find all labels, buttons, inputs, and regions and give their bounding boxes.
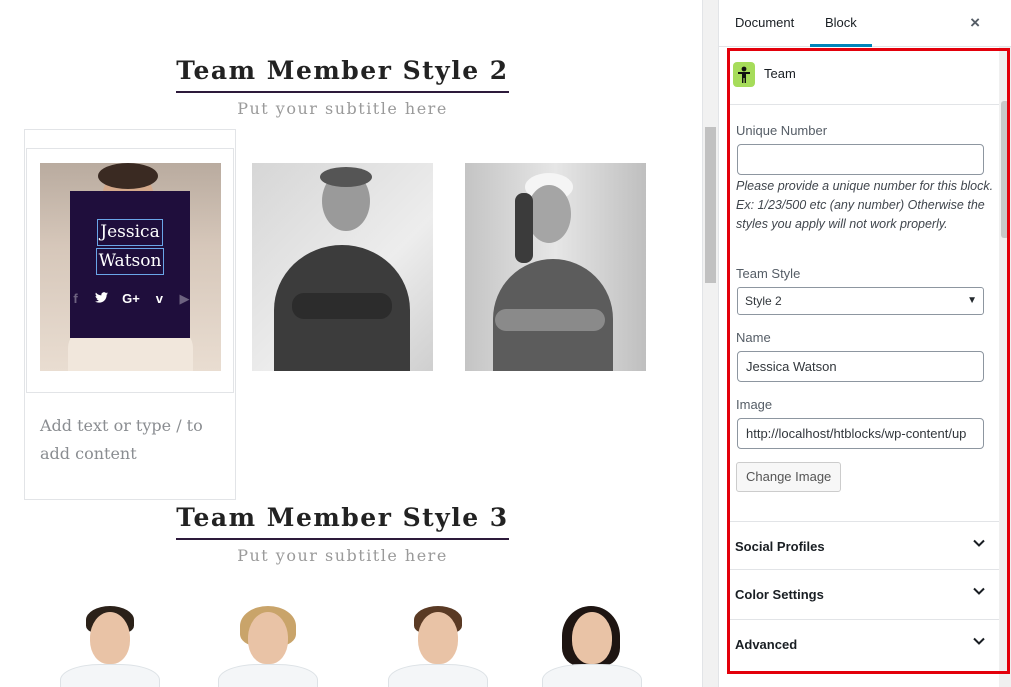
editor-scrollbar-thumb[interactable] [705,127,716,283]
unique-number-input[interactable] [737,144,984,175]
person-photo [248,612,288,664]
section-title: Social Profiles [735,539,825,554]
person-body [388,664,488,687]
style3-title[interactable]: Team Member Style 3 [176,503,509,540]
style2-subtitle[interactable]: Put your subtitle here [0,99,685,118]
social-icons: f G+ v ▶ [70,291,190,307]
member-name-line2[interactable]: Watson [95,248,165,275]
person-hair [98,163,158,189]
editor-canvas: Team Member Style 2 Put your subtitle he… [0,0,702,687]
team-member-image[interactable] [378,606,498,687]
change-image-button[interactable]: Change Image [736,462,842,492]
person-photo [90,612,130,664]
close-sidebar-button[interactable]: × [970,13,980,33]
style2-title[interactable]: Team Member Style 2 [176,56,509,93]
person-photo [527,185,571,243]
style2-heading: Team Member Style 2 Put your subtitle he… [0,56,685,118]
sidebar-scrollbar-thumb[interactable] [1001,101,1009,238]
person-hair [320,167,372,187]
team-member-image[interactable] [252,163,433,371]
sidebar-tabs: Document Block × [719,0,1011,47]
person-body [542,664,642,687]
image-label: Image [736,397,773,412]
unique-number-label: Unique Number [736,123,828,138]
person-hair [515,193,533,263]
name-input[interactable]: Jessica Watson [737,351,984,382]
tab-document[interactable]: Document [720,0,809,47]
team-member-image[interactable] [465,163,646,371]
style3-heading: Team Member Style 3 Put your subtitle he… [0,503,685,565]
person-photo [418,612,458,664]
block-appender-placeholder[interactable]: Add text or type / to add content [40,412,220,468]
block-settings-panel: Team Unique Number Please provide a uniq… [727,47,999,687]
youtube-icon[interactable]: ▶ [179,291,190,307]
image-url-input[interactable]: http://localhost/htblocks/wp-content/up [737,418,984,449]
vimeo-icon[interactable]: v [154,291,165,307]
team-style-select[interactable]: Style 2 ▼ [737,287,984,315]
facebook-icon[interactable]: f [70,291,81,307]
team-member-image[interactable] [532,606,652,687]
style3-subtitle[interactable]: Put your subtitle here [0,546,685,565]
unique-number-help: Please provide a unique number for this … [736,179,994,231]
member-name-line1[interactable]: Jessica [97,219,163,246]
chevron-down-icon [973,539,985,547]
team-member-image[interactable] [50,606,170,687]
team-block-icon [733,62,755,87]
name-label: Name [736,330,771,345]
crossed-arms [495,309,605,331]
person-photo [572,612,612,664]
settings-sidebar: Document Block × Team Unique Number Plea… [718,0,1011,687]
tab-block[interactable]: Block [810,0,872,47]
sidebar-scrollbar[interactable] [999,47,1011,687]
section-title: Color Settings [735,587,824,602]
color-settings-section[interactable]: Color Settings [727,569,999,618]
block-name: Team [764,66,796,81]
crossed-arms [292,293,392,319]
section-title: Advanced [735,637,798,652]
person-body [218,664,318,687]
chevron-down-icon [973,587,985,595]
team-style-label: Team Style [736,266,801,281]
team-style-value: Style 2 [745,294,782,308]
person-body [60,664,160,687]
team-member-image[interactable] [208,606,328,687]
social-profiles-section[interactable]: Social Profiles [727,521,999,570]
editor-scrollbar[interactable] [702,0,718,687]
advanced-section[interactable]: Advanced [727,619,999,668]
google-plus-icon[interactable]: G+ [122,291,140,307]
block-card: Team [727,47,999,105]
chevron-down-icon [973,637,985,645]
dropdown-caret-icon: ▼ [967,295,977,306]
member-overlay[interactable]: Jessica Watson f G+ v ▶ [70,191,190,338]
twitter-icon[interactable] [95,291,109,307]
